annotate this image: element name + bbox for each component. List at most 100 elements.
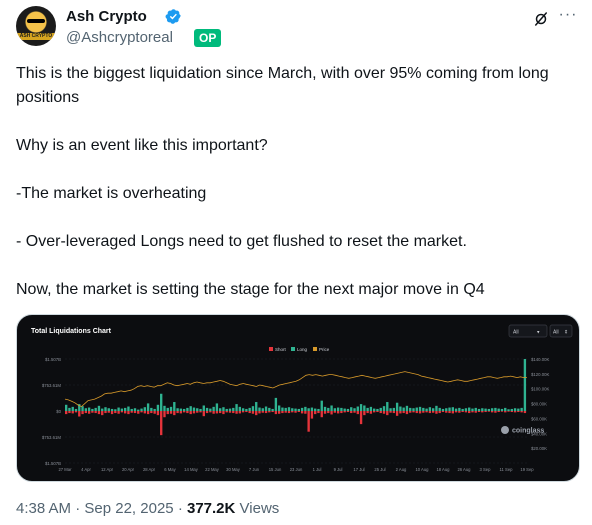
legend-swatch xyxy=(291,347,295,351)
long-bar xyxy=(209,408,212,411)
long-bar xyxy=(464,408,468,411)
long-bar xyxy=(166,407,169,411)
long-bar xyxy=(504,407,507,411)
short-bar xyxy=(300,411,304,414)
short-bar xyxy=(215,411,219,414)
meta-separator: · xyxy=(75,500,81,517)
long-bar xyxy=(179,408,183,411)
long-bar xyxy=(110,408,114,411)
left-axis: $1.507B $753.61M $0 $753.61M $1.507B xyxy=(42,357,62,466)
grok-icon[interactable] xyxy=(532,10,550,28)
long-bar xyxy=(297,408,300,411)
long-bar xyxy=(300,407,304,411)
long-bar xyxy=(173,402,176,411)
long-bar xyxy=(346,408,350,411)
price-line xyxy=(64,371,527,407)
tweet-paragraph: Now, the market is setting the stage for… xyxy=(16,281,485,298)
short-bar xyxy=(425,411,428,413)
more-options-icon[interactable]: ··· xyxy=(558,7,578,28)
short-bar xyxy=(468,411,471,414)
long-bar xyxy=(487,408,491,411)
long-bar xyxy=(81,406,84,411)
long-bar xyxy=(356,406,359,411)
meta-separator: · xyxy=(177,500,183,517)
x-tick-label: 3 Sep xyxy=(480,467,492,472)
select-control-right[interactable]: All ⇕ xyxy=(549,324,573,338)
short-bar xyxy=(261,411,264,413)
short-bar xyxy=(386,411,389,416)
long-bar xyxy=(94,407,97,411)
long-bar xyxy=(199,408,202,411)
long-bar xyxy=(294,408,297,411)
long-bar xyxy=(382,406,386,411)
long-bar xyxy=(451,407,454,411)
x-tick-label: 27 Mar xyxy=(58,467,72,472)
select-control-left[interactable]: All ▾ xyxy=(508,324,548,338)
long-bar xyxy=(196,408,199,411)
tweet-paragraph: - Over-leveraged Longs need to get flush… xyxy=(16,233,467,250)
long-bar xyxy=(314,408,317,411)
short-bar xyxy=(268,411,271,413)
long-bar xyxy=(163,405,166,411)
short-bar xyxy=(225,411,228,413)
right-axis: $140.00K$120.00K$100.00K$80.00K$60.00K$4… xyxy=(531,357,550,451)
x-tick-label: 25 Jul xyxy=(374,467,385,472)
price-series-line xyxy=(64,371,527,407)
short-bar xyxy=(150,411,153,414)
liquidations-chart: Total Liquidations Chart All ▾ All ⇕ Sho… xyxy=(31,324,573,472)
long-bar xyxy=(107,408,110,411)
long-bar xyxy=(523,359,527,411)
short-bar xyxy=(291,411,294,413)
long-bar xyxy=(117,407,120,411)
short-bar xyxy=(232,411,235,414)
long-bar xyxy=(379,407,382,411)
short-bar xyxy=(340,411,343,414)
long-bar xyxy=(71,406,74,411)
legend-label: Long xyxy=(297,347,308,352)
tweet-time[interactable]: 4:38 AM xyxy=(16,500,71,517)
author-handle[interactable]: @Ashcryptoreal xyxy=(66,29,173,46)
x-tick-label: 18 Aug xyxy=(436,467,450,472)
short-bar xyxy=(405,411,409,415)
long-bar xyxy=(156,404,160,411)
right-tick-label: $20.00K xyxy=(531,446,547,451)
long-bar xyxy=(255,402,258,411)
long-bar xyxy=(304,406,307,411)
short-bar xyxy=(448,411,451,414)
long-bar xyxy=(481,408,484,411)
short-bar xyxy=(274,411,278,415)
long-bar xyxy=(392,407,396,411)
long-bar xyxy=(474,407,477,411)
author-name[interactable]: Ash Crypto xyxy=(66,8,147,25)
short-bar xyxy=(199,411,202,413)
short-bar xyxy=(222,411,225,415)
short-bar xyxy=(481,411,484,413)
short-bar xyxy=(500,411,504,412)
long-bar xyxy=(359,404,363,411)
long-bar xyxy=(137,409,140,411)
avatar[interactable]: ASH CRYPTO xyxy=(16,6,56,46)
select-right-label: All xyxy=(553,330,559,336)
short-bar xyxy=(212,411,215,414)
x-tick-label: 26 Aug xyxy=(457,467,471,472)
long-bar xyxy=(461,408,464,411)
short-bar xyxy=(163,411,166,418)
long-bar xyxy=(517,408,520,411)
long-bar xyxy=(291,408,294,411)
short-bar xyxy=(513,411,517,413)
short-bar xyxy=(474,411,477,413)
long-bar xyxy=(281,407,284,411)
tweet-media[interactable]: Total Liquidations Chart All ▾ All ⇕ Sho… xyxy=(16,314,580,482)
short-bar xyxy=(304,411,307,414)
sort-icon: ⇕ xyxy=(564,330,568,336)
short-bar xyxy=(277,411,281,414)
tweet-header: ASH CRYPTO Ash Crypto @Ashcryptoreal OP … xyxy=(16,6,580,50)
long-bar xyxy=(490,408,494,411)
x-tick-label: 9 Jul xyxy=(334,467,343,472)
tweet-date[interactable]: Sep 22, 2025 xyxy=(84,500,173,517)
long-bar xyxy=(97,405,101,411)
x-tick-label: 30 May xyxy=(226,467,241,472)
short-bar xyxy=(517,411,520,413)
select-left-label: All xyxy=(513,330,519,336)
long-bar xyxy=(441,408,445,411)
